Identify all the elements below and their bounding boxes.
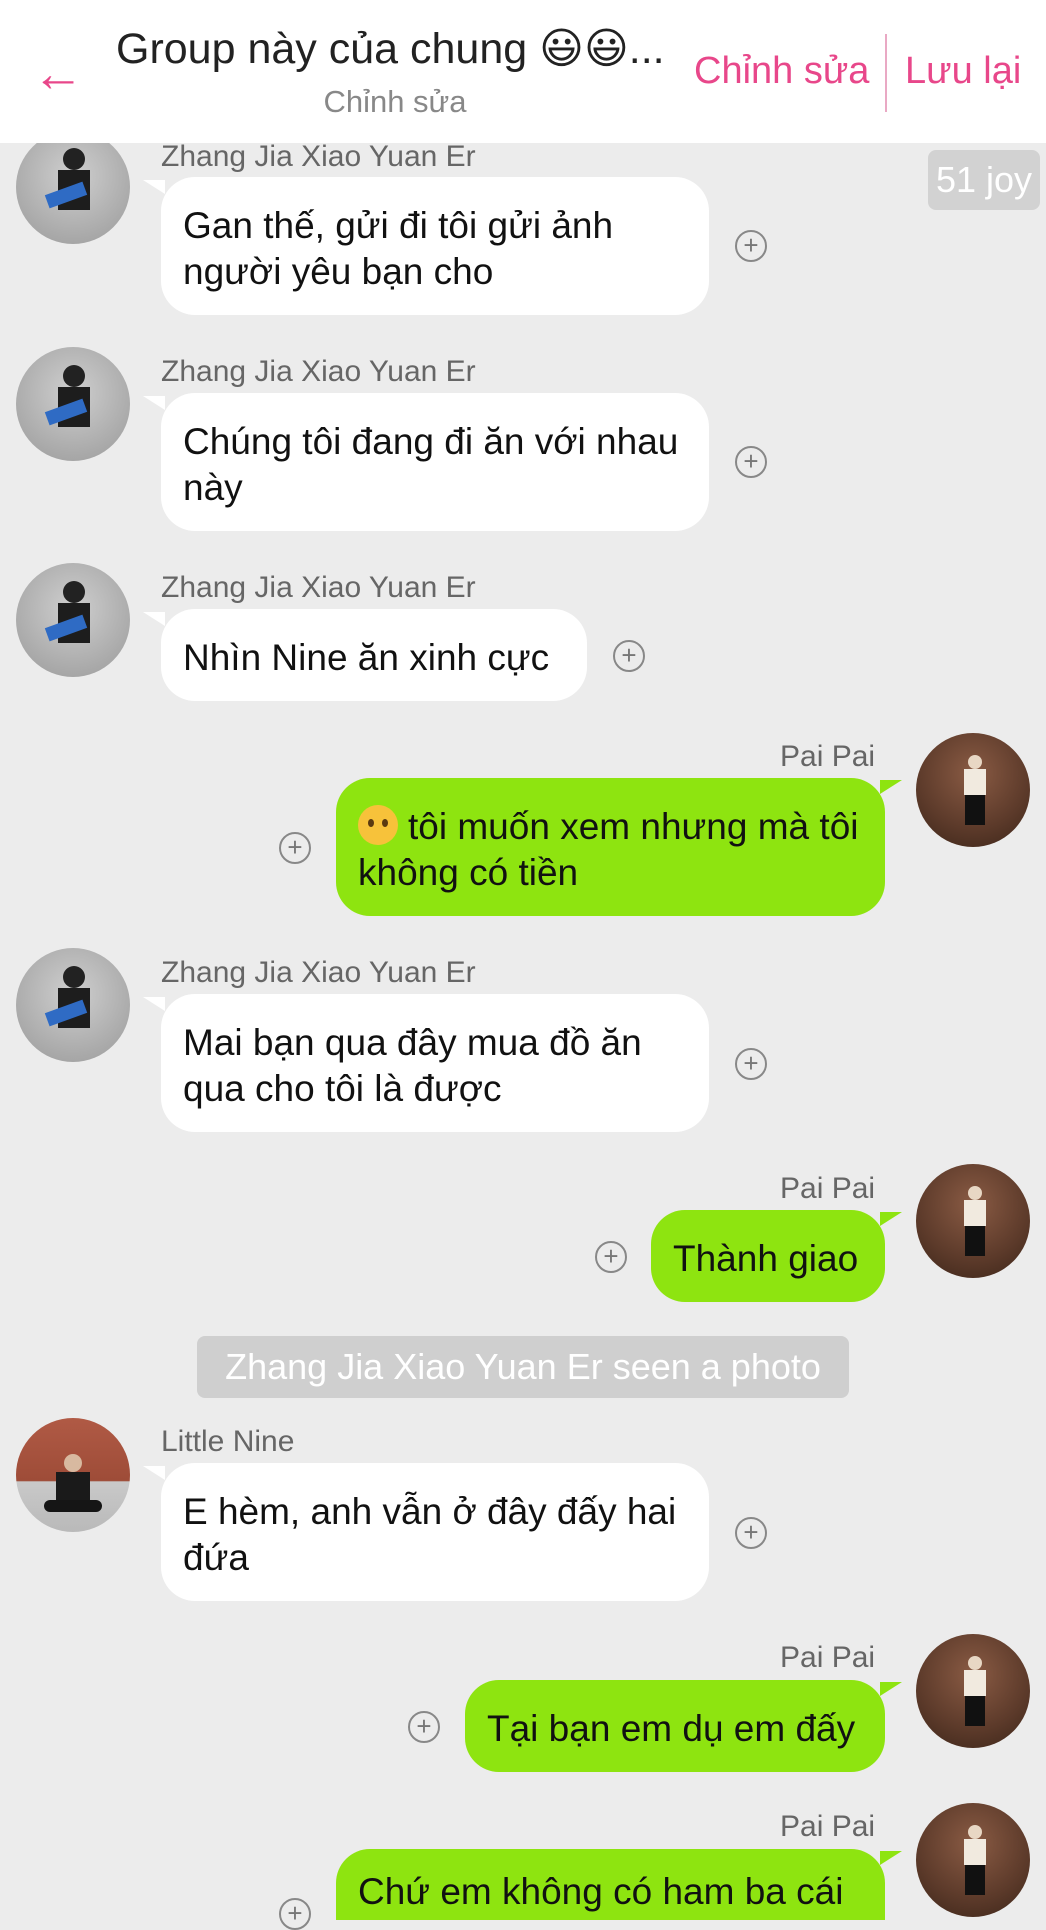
sender-name: Zhang Jia Xiao Yuan Er (161, 956, 476, 989)
message-text: tôi muốn xem nhưng mà tôi không có tiền (358, 806, 859, 893)
bubble-tail (880, 1682, 902, 1696)
avatar[interactable] (16, 948, 130, 1062)
header-divider (885, 34, 887, 112)
sender-name: Pai Pai (780, 740, 876, 773)
add-reaction-icon[interactable]: + (735, 1517, 767, 1549)
avatar[interactable] (16, 563, 130, 677)
add-reaction-icon[interactable]: + (595, 1241, 627, 1273)
message-bubble[interactable]: E hèm, anh vẫn ở đây đấy hai đứa (161, 1463, 709, 1601)
message-bubble[interactable]: tôi muốn xem nhưng mà tôi không có tiền (336, 778, 885, 916)
edit-button[interactable]: Chỉnh sửa (694, 50, 869, 93)
bubble-tail (143, 997, 165, 1011)
sender-name: Pai Pai (780, 1172, 876, 1205)
avatar[interactable] (16, 1418, 130, 1532)
bubble-tail (143, 612, 165, 626)
save-button[interactable]: Lưu lại (905, 50, 1021, 93)
add-reaction-icon[interactable]: + (735, 230, 767, 262)
arrow-left-icon[interactable]: ← (28, 44, 88, 104)
avatar[interactable] (916, 1634, 1030, 1748)
message-bubble[interactable]: Thành giao (651, 1210, 885, 1302)
add-reaction-icon[interactable]: + (613, 640, 645, 672)
bubble-tail (143, 396, 165, 410)
message-bubble[interactable]: Tại bạn em dụ em đấy (465, 1680, 885, 1772)
sender-name: Zhang Jia Xiao Yuan Er (161, 140, 476, 173)
group-subtitle[interactable]: Chỉnh sửa (290, 84, 500, 120)
avatar[interactable] (16, 130, 130, 244)
chat-area[interactable]: Zhang Jia Xiao Yuan Er Gan thế, gửi đi t… (0, 0, 1046, 1930)
sender-name: Zhang Jia Xiao Yuan Er (161, 355, 476, 388)
avatar[interactable] (916, 733, 1030, 847)
sender-name: Zhang Jia Xiao Yuan Er (161, 571, 476, 604)
group-title[interactable]: Group này của chung 😃😃... (116, 24, 676, 80)
message-bubble[interactable]: Mai bạn qua đây mua đồ ăn qua cho tôi là… (161, 994, 709, 1132)
avatar[interactable] (16, 347, 130, 461)
add-reaction-icon[interactable]: + (735, 446, 767, 478)
bubble-tail (880, 780, 902, 794)
bubble-tail (880, 1212, 902, 1226)
sender-name: Pai Pai (780, 1641, 876, 1674)
message-bubble[interactable]: Nhìn Nine ăn xinh cực (161, 609, 587, 701)
message-bubble[interactable]: Chúng tôi đang đi ăn với nhau này (161, 393, 709, 531)
message-bubble[interactable]: Chứ em không có ham ba cái (336, 1849, 885, 1920)
top-bar: ← Group này của chung 😃😃... Chỉnh sửa Ch… (0, 0, 1046, 143)
sender-name: Little Nine (161, 1425, 295, 1458)
message-bubble[interactable]: Gan thế, gửi đi tôi gửi ảnh người yêu bạ… (161, 177, 709, 315)
pleading-face-emoji (358, 805, 398, 845)
avatar[interactable] (916, 1164, 1030, 1278)
sender-name: Pai Pai (780, 1810, 876, 1843)
bubble-tail (143, 1466, 165, 1480)
add-reaction-icon[interactable]: + (735, 1048, 767, 1080)
joy-badge: 51 joy (928, 150, 1040, 210)
add-reaction-icon[interactable]: + (279, 832, 311, 864)
avatar[interactable] (916, 1803, 1030, 1917)
add-reaction-icon[interactable]: + (408, 1711, 440, 1743)
add-reaction-icon[interactable]: + (279, 1898, 311, 1930)
bubble-tail (143, 180, 165, 194)
system-notice: Zhang Jia Xiao Yuan Er seen a photo (197, 1336, 849, 1398)
bubble-tail (880, 1851, 902, 1865)
